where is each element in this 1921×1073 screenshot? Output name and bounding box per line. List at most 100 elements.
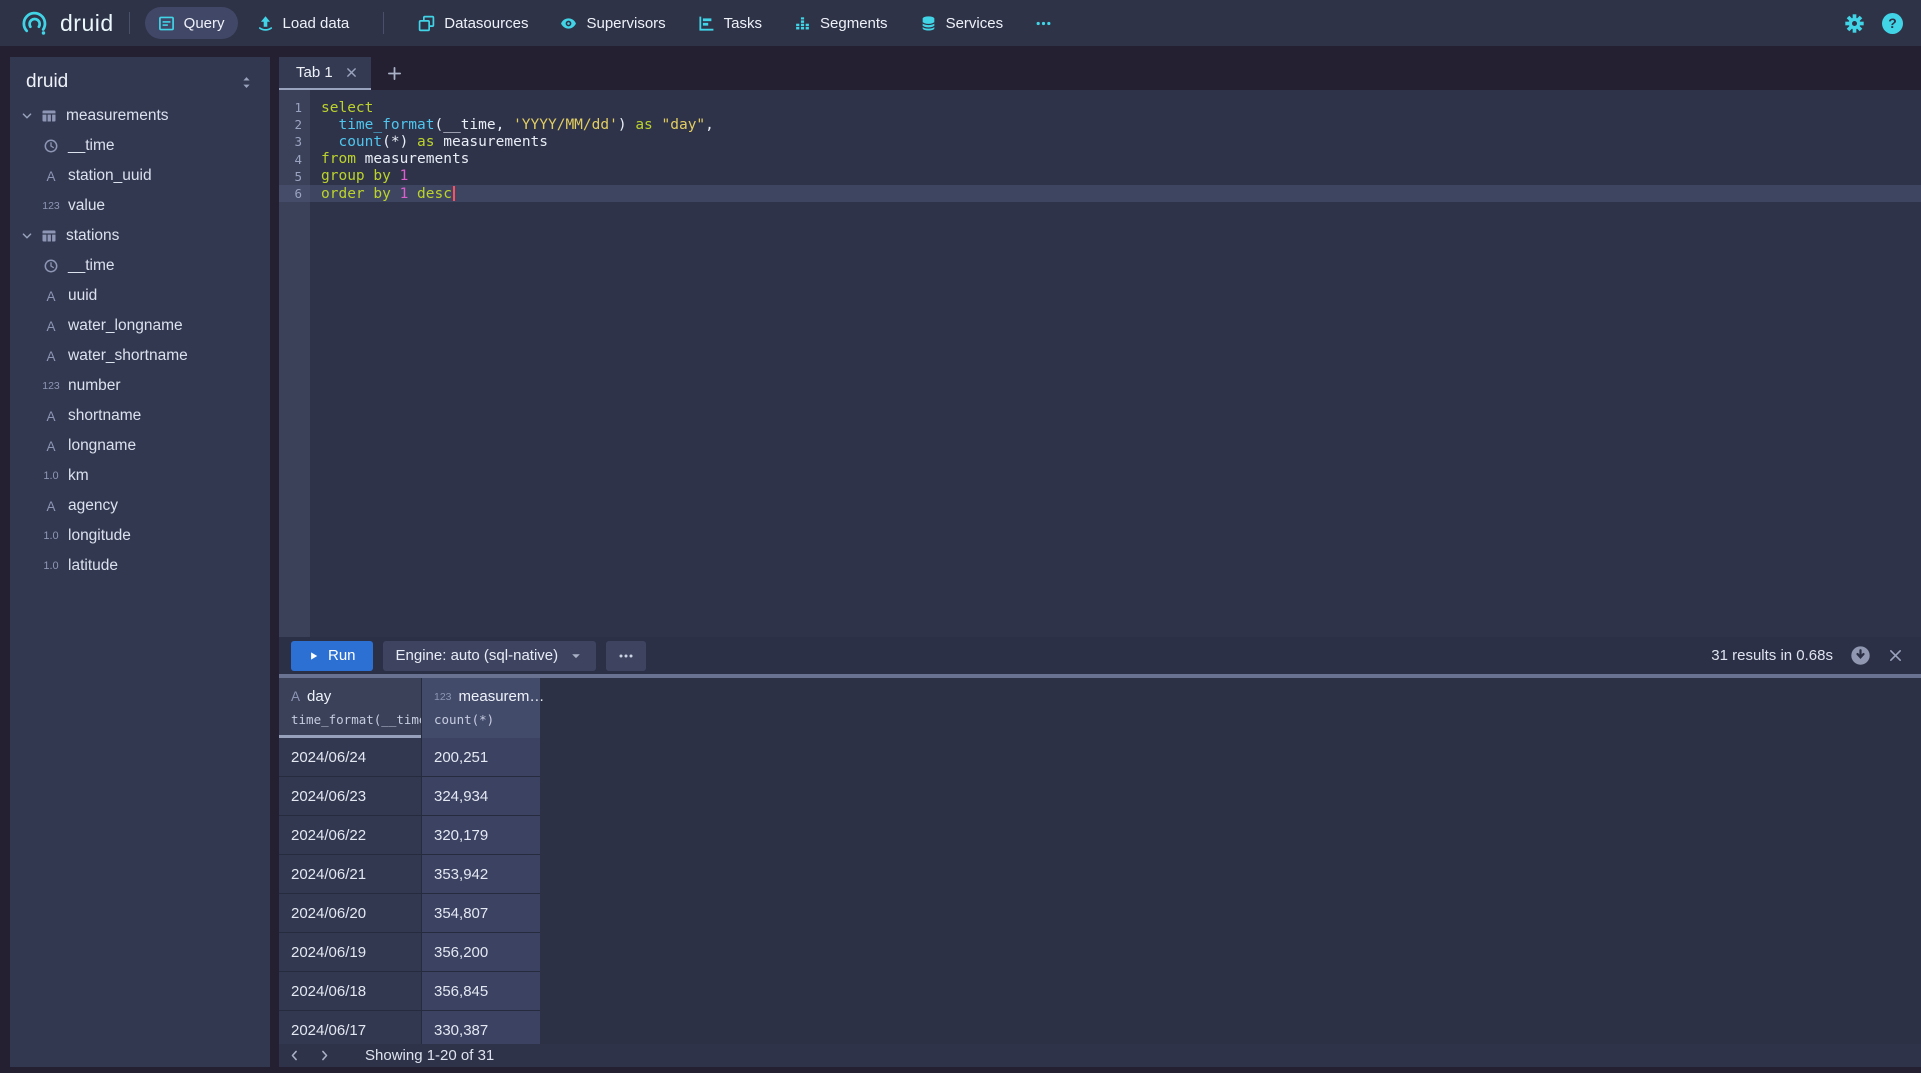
sidebar-column-longname[interactable]: Alongname <box>10 431 270 461</box>
run-label: Run <box>328 647 356 664</box>
datasources-icon <box>418 15 435 32</box>
sidebar-column-water_longname[interactable]: Awater_longname <box>10 311 270 341</box>
line-number: 1 <box>279 99 310 116</box>
nav-item-segments[interactable]: Segments <box>781 7 901 39</box>
code-text: order by 1 desc <box>310 185 455 202</box>
editor-line-2[interactable]: 2 time_format(__time, 'YYYY/MM/dd') as "… <box>279 116 1921 133</box>
download-button[interactable] <box>1850 645 1871 666</box>
cell-measurements[interactable]: 324,934 <box>421 777 540 816</box>
nav-item-services[interactable]: Services <box>907 7 1017 39</box>
chevron-down-icon[interactable] <box>20 110 34 122</box>
sql-editor[interactable]: 1select2 time_format(__time, 'YYYY/MM/dd… <box>279 90 1921 637</box>
gear-icon <box>1844 13 1865 34</box>
cell-measurements[interactable]: 200,251 <box>421 738 540 777</box>
help-button[interactable] <box>1882 13 1903 34</box>
sidebar-column-latitude[interactable]: 1.0latitude <box>10 551 270 581</box>
caret-down-icon <box>569 649 583 663</box>
editor-line-4[interactable]: 4from measurements <box>279 151 1921 168</box>
sidebar-column-longitude[interactable]: 1.0longitude <box>10 521 270 551</box>
column-header-measurements[interactable]: 123 measurem… count(*) <box>421 678 540 738</box>
sidebar-column-__time[interactable]: __time <box>10 251 270 281</box>
cell-measurements[interactable]: 354,807 <box>421 894 540 933</box>
cell-day[interactable]: 2024/06/18 <box>279 972 421 1011</box>
string-type-icon: A <box>42 289 60 304</box>
cell-measurements[interactable]: 330,387 <box>421 1011 540 1044</box>
column-name: __time <box>68 137 115 155</box>
run-button[interactable]: Run <box>291 641 373 671</box>
sidebar-column-km[interactable]: 1.0km <box>10 461 270 491</box>
tab-1[interactable]: Tab 1 <box>279 57 371 90</box>
engine-select[interactable]: Engine: auto (sql-native) <box>383 641 597 671</box>
double-caret-vertical-icon[interactable] <box>239 75 254 90</box>
sidebar-table-measurements[interactable]: measurements <box>10 101 270 131</box>
table-icon <box>40 108 58 124</box>
cell-day[interactable]: 2024/06/21 <box>279 855 421 894</box>
nav-item-label: Datasources <box>444 15 528 32</box>
next-page-button[interactable] <box>309 1045 339 1067</box>
string-type-icon: A <box>42 349 60 364</box>
editor-line-5[interactable]: 5group by 1 <box>279 168 1921 185</box>
cell-day[interactable]: 2024/06/19 <box>279 933 421 972</box>
cell-day[interactable]: 2024/06/24 <box>279 738 421 777</box>
editor-line-1[interactable]: 1select <box>279 99 1921 116</box>
sidebar-column-agency[interactable]: Aagency <box>10 491 270 521</box>
nav-items: Query Load data Datasources SupervisorsTask… <box>145 7 1065 39</box>
result-row: 2024/06/18356,845 <box>279 972 1921 1011</box>
cell-day[interactable]: 2024/06/22 <box>279 816 421 855</box>
sidebar-column-water_shortname[interactable]: Awater_shortname <box>10 341 270 371</box>
column-header-day[interactable]: A day time_format(__time, … <box>279 678 421 738</box>
nav-item-datasources[interactable]: Datasources <box>405 7 541 39</box>
cell-measurements[interactable]: 356,200 <box>421 933 540 972</box>
settings-button[interactable] <box>1844 13 1865 34</box>
result-row: 2024/06/20354,807 <box>279 894 1921 933</box>
editor-line-6[interactable]: 6order by 1 desc <box>279 185 1921 202</box>
play-icon <box>308 650 319 662</box>
sidebar-table-stations[interactable]: stations <box>10 221 270 251</box>
tab-close-button[interactable] <box>345 66 358 79</box>
column-name: measurem… <box>459 688 545 705</box>
prev-page-button[interactable] <box>279 1045 309 1067</box>
result-row: 2024/06/17330,387 <box>279 1011 1921 1044</box>
nav-item-load-data[interactable]: Load data <box>244 7 363 39</box>
column-name: longname <box>68 437 136 455</box>
column-name: km <box>68 467 89 485</box>
nav-item-more[interactable] <box>1022 7 1065 39</box>
result-row: 2024/06/24200,251 <box>279 738 1921 777</box>
nav-item-query[interactable]: Query <box>145 7 238 39</box>
table-name: measurements <box>66 107 169 125</box>
cell-measurements[interactable]: 320,179 <box>421 816 540 855</box>
column-name: water_shortname <box>68 347 188 365</box>
sidebar-column-number[interactable]: 123number <box>10 371 270 401</box>
line-number: 2 <box>279 116 310 133</box>
nav-divider <box>383 12 384 34</box>
nav-item-tasks[interactable]: Tasks <box>685 7 775 39</box>
sidebar-column-value[interactable]: 123value <box>10 191 270 221</box>
druid-logo[interactable]: druid <box>18 7 114 40</box>
sidebar-column-shortname[interactable]: Ashortname <box>10 401 270 431</box>
nav-item-label: Load data <box>283 15 350 32</box>
schema-sidebar: druid measurements__timeAstation_uuid123… <box>10 57 270 1067</box>
column-name: value <box>68 197 105 215</box>
cell-measurements[interactable]: 356,845 <box>421 972 540 1011</box>
cell-measurements[interactable]: 353,942 <box>421 855 540 894</box>
sidebar-column-uuid[interactable]: Auuid <box>10 281 270 311</box>
editor-lines: 1select2 time_format(__time, 'YYYY/MM/dd… <box>279 99 1921 202</box>
nav-item-supervisors[interactable]: Supervisors <box>547 7 678 39</box>
more-icon <box>1035 15 1052 32</box>
cell-day[interactable]: 2024/06/17 <box>279 1011 421 1044</box>
sidebar-column-station_uuid[interactable]: Astation_uuid <box>10 161 270 191</box>
string-type-icon: A <box>42 169 60 184</box>
cell-day[interactable]: 2024/06/23 <box>279 777 421 816</box>
editor-line-3[interactable]: 3 count(*) as measurements <box>279 133 1921 150</box>
chevron-down-icon[interactable] <box>20 230 34 242</box>
result-row: 2024/06/21353,942 <box>279 855 1921 894</box>
sidebar-column-__time[interactable]: __time <box>10 131 270 161</box>
add-tab-button[interactable] <box>387 57 402 90</box>
close-icon <box>345 66 358 79</box>
query-view: Tab 1 1select2 time_format(__time, 'YYYY… <box>279 57 1921 1067</box>
close-results-button[interactable] <box>1888 648 1903 663</box>
cell-day[interactable]: 2024/06/20 <box>279 894 421 933</box>
query-more-button[interactable] <box>606 641 646 671</box>
string-type-icon: A <box>42 499 60 514</box>
services-icon <box>920 15 937 32</box>
